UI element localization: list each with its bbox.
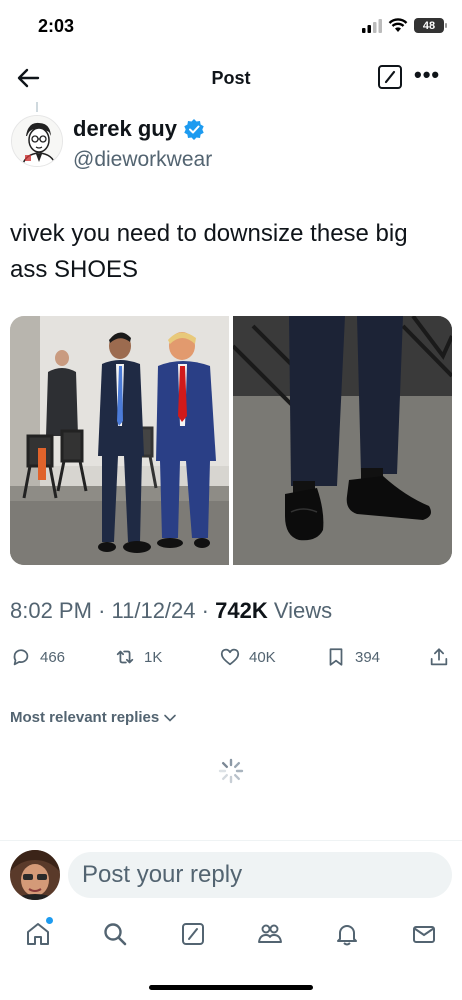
notifications-icon [337, 925, 357, 946]
avatar-illustration [12, 116, 62, 166]
reply-button[interactable]: 466 [10, 646, 65, 668]
grok-icon [182, 923, 204, 945]
search-icon [104, 923, 127, 946]
notification-dot [46, 917, 53, 924]
views-label: Views [273, 598, 333, 623]
signal-icon [362, 18, 382, 33]
tweet-meta: 8:02 PM · 11/12/24 · 742K Views [10, 598, 332, 624]
status-icons: 48 [362, 18, 447, 33]
wifi-icon [388, 18, 408, 32]
like-button[interactable]: 40K [219, 646, 276, 668]
author-name[interactable]: derek guy [73, 116, 205, 142]
status-bar: 2:03 48 [0, 0, 462, 52]
user-avatar[interactable] [10, 850, 60, 900]
replies-sort-label: Most relevant replies [10, 709, 160, 726]
reply-icon [13, 649, 29, 666]
share-button[interactable] [428, 646, 450, 668]
battery-icon: 48 [414, 18, 447, 33]
tweet-media [10, 316, 452, 565]
meta-separator: · [98, 598, 112, 623]
verified-badge-icon [184, 119, 204, 140]
tab-home[interactable] [24, 917, 53, 948]
views-count[interactable]: 742K [215, 598, 268, 623]
repost-button[interactable]: 1K [114, 646, 162, 668]
grok-icon[interactable] [378, 65, 402, 89]
nav-bar: Post ••• [0, 58, 462, 98]
tweet-date: 11/12/24 [111, 598, 196, 623]
tab-messages[interactable] [410, 920, 438, 948]
communities-icon [258, 924, 282, 943]
reply-input[interactable]: Post your reply [68, 852, 452, 898]
home-icon [27, 923, 49, 945]
more-icon[interactable]: ••• [414, 62, 440, 88]
photo-two-men-suits[interactable] [10, 316, 229, 565]
loading-spinner-icon [218, 758, 244, 784]
repost-count: 1K [144, 648, 163, 666]
tab-communities[interactable] [256, 920, 284, 948]
thread-line [36, 102, 38, 112]
heart-icon [220, 648, 240, 666]
messages-icon [413, 926, 435, 943]
bookmark-icon [329, 648, 343, 666]
action-bar: 466 1K 40K 394 [0, 646, 462, 676]
tab-grok[interactable] [179, 920, 207, 948]
meta-separator: · [201, 598, 216, 623]
tweet-time: 8:02 PM [10, 598, 92, 623]
bookmark-button[interactable]: 394 [325, 646, 380, 668]
reply-count: 466 [40, 648, 66, 666]
repost-icon [116, 650, 134, 664]
author-name-text: derek guy [73, 116, 177, 141]
like-count: 40K [249, 648, 276, 666]
photo-shoes-closeup[interactable] [233, 316, 452, 565]
replies-sort-dropdown[interactable]: Most relevant replies [10, 709, 177, 726]
home-indicator [149, 985, 313, 990]
tweet-text: vivek you need to downsize these big ass… [10, 220, 408, 283]
share-icon [430, 648, 448, 666]
bottom-tab-bar [0, 912, 462, 962]
tab-notifications[interactable] [333, 920, 361, 948]
author-avatar[interactable] [11, 115, 63, 167]
bookmark-count: 394 [355, 648, 381, 666]
author-handle[interactable]: @dieworkwear [73, 148, 212, 172]
divider [0, 840, 462, 841]
tab-search[interactable] [101, 920, 129, 948]
status-time: 2:03 [38, 16, 75, 36]
chevron-down-icon [164, 714, 177, 722]
